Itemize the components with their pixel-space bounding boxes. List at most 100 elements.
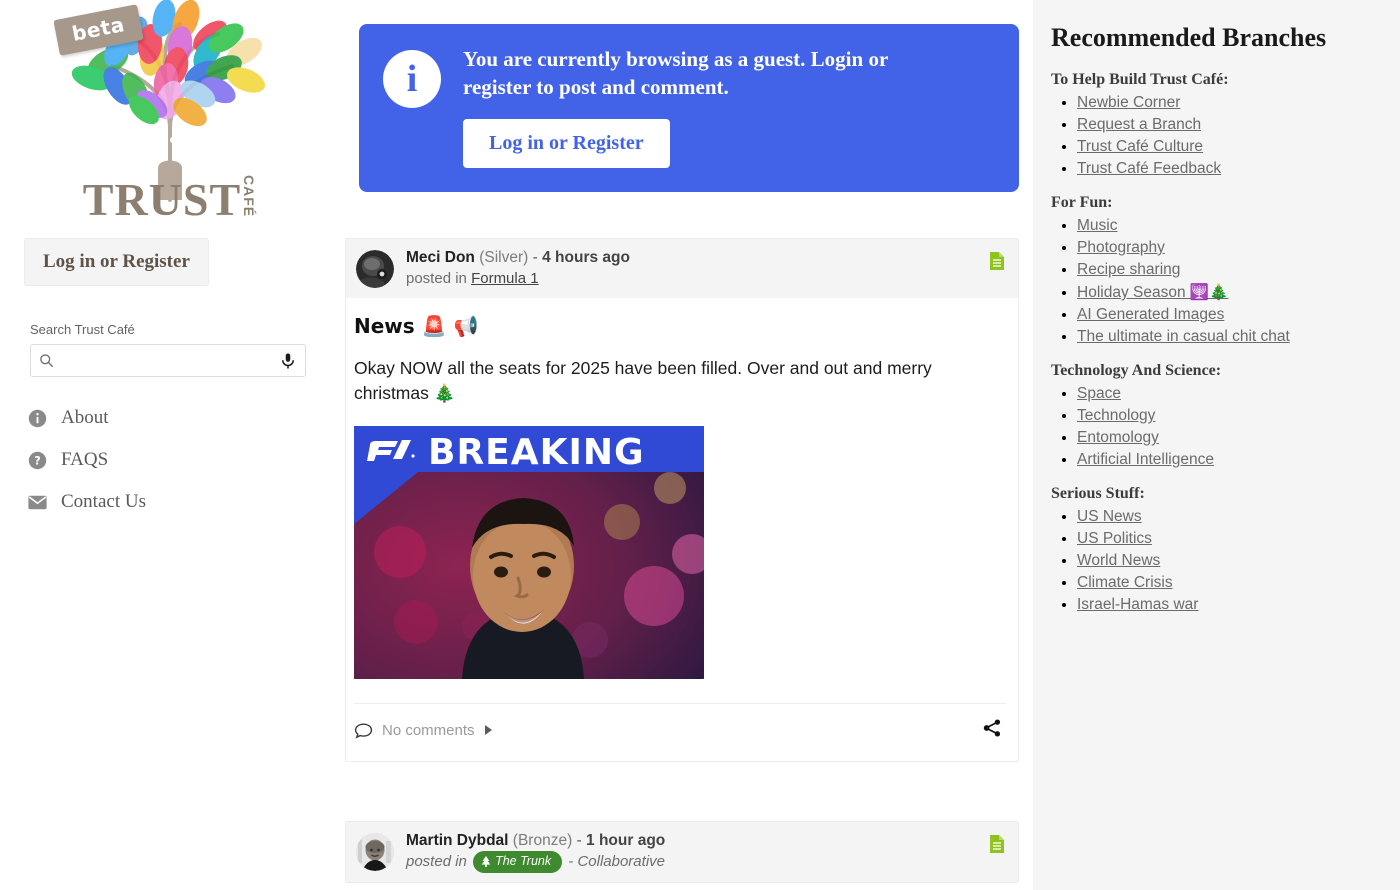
branch-list: Newbie Corner Request a Branch Trust Caf… [1051, 94, 1378, 178]
list-item: US Politics [1077, 530, 1378, 548]
list-item: Entomology [1077, 429, 1378, 447]
branch-link[interactable]: Photography [1077, 239, 1165, 256]
branch-list: Space Technology Entomology Artificial I… [1051, 385, 1378, 469]
branch-link[interactable]: Holiday Season 🕎🎄 [1077, 284, 1228, 301]
meta-separator: - [576, 831, 582, 849]
branch-group-heading: Technology And Science: [1051, 362, 1222, 379]
share-icon [983, 719, 1001, 737]
list-item: Holiday Season 🕎🎄 [1077, 283, 1378, 302]
avatar[interactable] [356, 832, 394, 871]
list-item: Recipe sharing [1077, 261, 1378, 279]
branch-link[interactable]: US News [1077, 508, 1142, 525]
info-circle-icon [28, 409, 47, 427]
post-body: News 🚨 📢 Okay NOW all the seats for 2025… [346, 298, 1018, 683]
document-icon[interactable] [989, 251, 1005, 271]
branch-link[interactable]: World News [1077, 552, 1160, 569]
post-branch-badge-label: The Trunk [495, 854, 552, 869]
branch-link[interactable]: Trust Café Culture [1077, 138, 1203, 155]
post-header: Meci Don (Silver) - 4 hours ago posted i… [346, 239, 1018, 298]
sidebar-nav: About ? FAQS Contact Us [28, 407, 340, 513]
list-item: World News [1077, 552, 1378, 570]
list-item: Space [1077, 385, 1378, 403]
guest-banner: i You are currently browsing as a guest.… [359, 24, 1019, 193]
triangle-right-icon[interactable] [484, 724, 493, 736]
branch-link[interactable]: Newbie Corner [1077, 94, 1180, 111]
list-item: Artificial Intelligence [1077, 451, 1378, 469]
sidebar-login-register-button[interactable]: Log in or Register [24, 238, 209, 286]
branch-link[interactable]: Request a Branch [1077, 116, 1201, 133]
post-timestamp: 1 hour ago [586, 831, 666, 849]
branch-link[interactable]: Music [1077, 217, 1117, 234]
branch-link[interactable]: Trust Café Feedback [1077, 160, 1221, 177]
envelope-icon [28, 495, 47, 509]
branch-link[interactable]: Recipe sharing [1077, 261, 1180, 278]
branch-link[interactable]: Space [1077, 385, 1121, 402]
branch-link[interactable]: The ultimate in casual chit chat [1077, 328, 1290, 345]
svg-text:BREAKING: BREAKING [428, 432, 645, 473]
avatar[interactable] [356, 249, 394, 288]
branch-group-heading: Serious Stuff: [1051, 485, 1145, 502]
list-item: Trust Café Culture [1077, 138, 1378, 156]
branch-list: Music Photography Recipe sharing Holiday… [1051, 217, 1378, 346]
site-logo[interactable]: beta TRUSTCAFÉ [40, 0, 300, 225]
list-item: AI Generated Images [1077, 306, 1378, 324]
wordmark: TRUSTCAFÉ [40, 173, 300, 226]
sidebar-item-contact-us[interactable]: Contact Us [28, 491, 340, 513]
list-item: Newbie Corner [1077, 94, 1378, 112]
panel-title: Recommended Branches [1051, 23, 1327, 52]
avatar-image [356, 249, 394, 288]
post-title: News 🚨 📢 [354, 313, 479, 338]
comments-toggle[interactable]: No comments [354, 721, 493, 740]
sidebar-item-faqs[interactable]: ? FAQS [28, 449, 340, 471]
svg-text:?: ? [34, 454, 40, 467]
sidebar-item-label: FAQS [61, 449, 109, 470]
branch-link[interactable]: Israel-Hamas war [1077, 596, 1198, 613]
wordmark-main: TRUST [82, 174, 242, 225]
share-button[interactable] [982, 718, 1002, 743]
post-timestamp: 4 hours ago [542, 249, 630, 267]
recommended-branches-panel: Recommended Branches To Help Build Trust… [1033, 0, 1400, 890]
tree-icon [481, 856, 491, 868]
post-footer: No comments [346, 704, 1018, 761]
branch-link[interactable]: Artificial Intelligence [1077, 451, 1214, 468]
app-root: beta TRUSTCAFÉ Log in or Register Search… [0, 0, 1400, 890]
post-author[interactable]: Martin Dybdal [406, 832, 508, 849]
document-icon[interactable] [989, 834, 1005, 854]
sidebar-item-about[interactable]: About [28, 407, 340, 429]
search-input[interactable] [54, 352, 279, 369]
post-card: Meci Don (Silver) - 4 hours ago posted i… [345, 238, 1019, 762]
branch-link[interactable]: Climate Crisis [1077, 574, 1173, 591]
guest-banner-message: You are currently browsing as a guest. L… [463, 47, 888, 99]
search-box[interactable] [30, 344, 306, 377]
microphone-icon[interactable] [279, 350, 297, 372]
post-header: Martin Dybdal (Bronze) - 1 hour ago post… [346, 821, 1018, 882]
left-sidebar: beta TRUSTCAFÉ Log in or Register Search… [0, 0, 340, 890]
list-item: Music [1077, 217, 1378, 235]
branch-group: Serious Stuff: US News US Politics World… [1051, 485, 1378, 614]
question-circle-icon: ? [28, 451, 47, 469]
branch-link[interactable]: US Politics [1077, 530, 1152, 547]
list-item: Trust Café Feedback [1077, 160, 1378, 178]
post-image[interactable]: BREAKING [354, 425, 704, 679]
post-image-graphic: BREAKING [354, 425, 704, 679]
branch-link[interactable]: AI Generated Images [1077, 306, 1224, 323]
list-item: US News [1077, 508, 1378, 526]
meta-separator: - [532, 249, 538, 267]
branch-link[interactable]: Technology [1077, 407, 1155, 424]
post-branch-badge[interactable]: The Trunk [473, 851, 563, 873]
post-author-rank: (Bronze) [512, 831, 573, 849]
post-branch-suffix: - Collaborative [568, 853, 665, 871]
post-author[interactable]: Meci Don [406, 249, 475, 266]
sidebar-item-label: Contact Us [61, 491, 146, 512]
list-item: Israel-Hamas war [1077, 596, 1378, 614]
branch-link[interactable]: Entomology [1077, 429, 1159, 446]
sidebar-item-label: About [61, 407, 109, 428]
branch-list: US News US Politics World News Climate C… [1051, 508, 1378, 614]
list-item: Technology [1077, 407, 1378, 425]
posted-in-label: posted in [406, 853, 467, 871]
branch-group-heading: For Fun: [1051, 194, 1113, 211]
guest-login-register-button[interactable]: Log in or Register [463, 119, 670, 169]
main-feed: i You are currently browsing as a guest.… [340, 0, 1033, 890]
post-branch-link[interactable]: Formula 1 [471, 270, 539, 287]
comments-count-label: No comments [382, 721, 475, 739]
